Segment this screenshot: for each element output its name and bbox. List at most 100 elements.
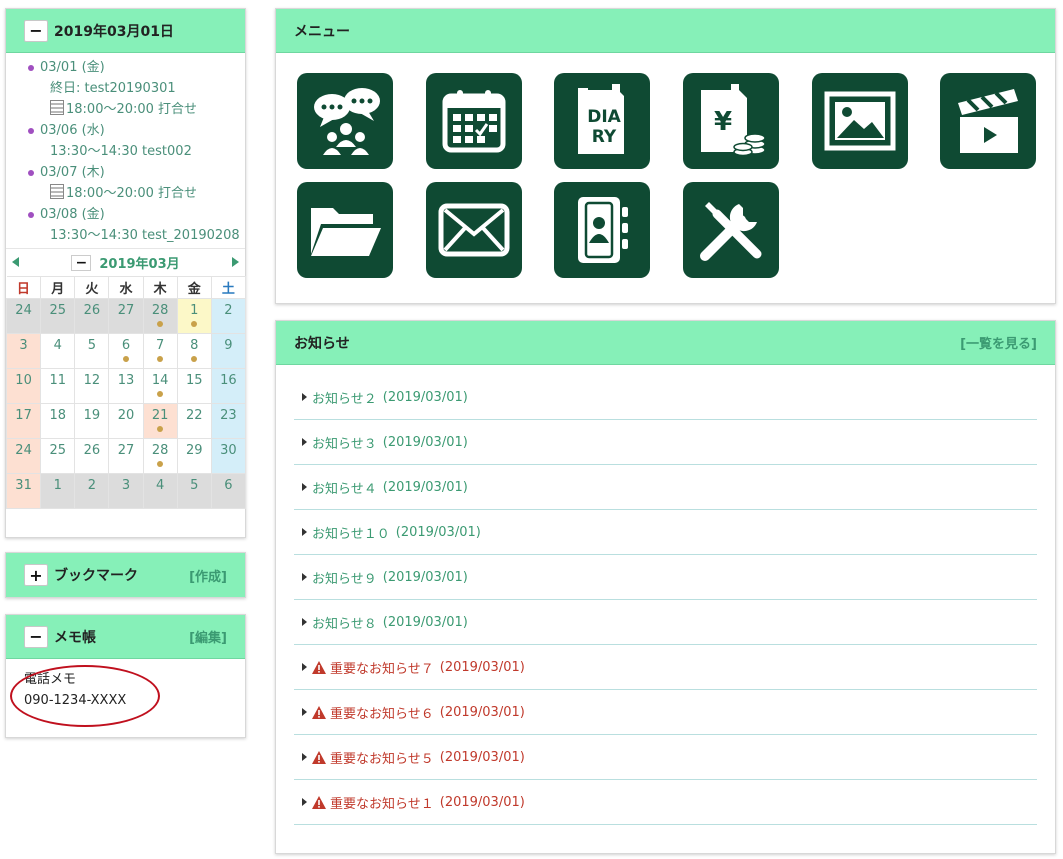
news-item-title: お知らせ１０ xyxy=(312,526,390,542)
calendar-day[interactable]: 18 xyxy=(40,403,76,439)
news-item[interactable]: お知らせ９ (2019/03/01) xyxy=(294,555,1037,600)
schedule-date[interactable]: 03/06 (水) xyxy=(26,120,245,141)
calendar-day[interactable]: 22 xyxy=(176,403,212,439)
tile-folder[interactable] xyxy=(297,182,393,278)
weekday-header: 月 xyxy=(40,276,76,299)
day-number: 4 xyxy=(53,338,62,353)
weekday-header: 土 xyxy=(211,276,247,299)
event-dot-icon xyxy=(157,426,164,432)
calendar-day[interactable]: 4 xyxy=(142,473,178,509)
calendar-day[interactable]: 20 xyxy=(108,403,144,439)
news-item[interactable]: お知らせ３ (2019/03/01) xyxy=(294,420,1037,465)
calendar-day[interactable]: 5 xyxy=(74,333,110,369)
calendar-day[interactable]: 24 xyxy=(5,298,42,334)
bullet-arrow-icon xyxy=(302,663,307,671)
calendar-day[interactable]: 26 xyxy=(74,298,110,334)
calendar-day[interactable]: 12 xyxy=(74,368,110,404)
schedule-event[interactable]: 18:00～20:00 打合せ xyxy=(26,99,245,120)
day-number: 22 xyxy=(186,408,203,423)
calendar-day[interactable]: 28 xyxy=(142,438,178,474)
calendar-day[interactable]: 14 xyxy=(142,368,178,404)
memo-edit-link[interactable]: [編集] xyxy=(189,627,227,646)
tile-tools[interactable] xyxy=(683,182,779,278)
schedule-event[interactable]: 18:00～20:00 打合せ xyxy=(26,183,245,204)
calendar-day[interactable]: 29 xyxy=(176,438,212,474)
calendar-day[interactable]: 1 xyxy=(40,473,76,509)
schedule-date[interactable]: 03/01 (金) xyxy=(26,57,245,78)
calendar-day[interactable]: 4 xyxy=(40,333,76,369)
bullet-arrow-icon xyxy=(302,618,307,626)
calendar-day[interactable]: 26 xyxy=(74,438,110,474)
prev-month-icon[interactable] xyxy=(12,257,19,267)
memo-collapse-button[interactable]: − xyxy=(24,625,48,648)
news-item-important[interactable]: 重要なお知らせ１ (2019/03/01) xyxy=(294,780,1037,825)
calendar-day[interactable]: 16 xyxy=(210,368,247,404)
tile-chat[interactable] xyxy=(297,73,393,169)
calendar-day[interactable]: 10 xyxy=(5,368,42,404)
news-item-important[interactable]: 重要なお知らせ５ (2019/03/01) xyxy=(294,735,1037,780)
calendar-day[interactable]: 31 xyxy=(5,473,42,509)
calendar-day[interactable]: 17 xyxy=(5,403,42,439)
tile-expense[interactable]: ¥ xyxy=(683,73,779,169)
calendar-day[interactable]: 24 xyxy=(5,438,42,474)
day-number: 7 xyxy=(155,338,165,353)
news-item[interactable]: お知らせ１０ (2019/03/01) xyxy=(294,510,1037,555)
tile-addressbook[interactable] xyxy=(554,182,650,278)
calendar-day[interactable]: 27 xyxy=(108,438,144,474)
event-dot-icon xyxy=(191,356,198,362)
calendar-day[interactable]: 27 xyxy=(108,298,144,334)
schedule-date[interactable]: 03/07 (木) xyxy=(26,162,245,183)
calendar-day[interactable]: 25 xyxy=(40,438,76,474)
tile-image[interactable] xyxy=(812,73,908,169)
news-item-title: お知らせ８ xyxy=(312,616,377,632)
news-list-link[interactable]: [一覧を見る] xyxy=(960,333,1037,352)
day-number: 27 xyxy=(117,303,135,318)
schedule-collapse-button[interactable]: − xyxy=(24,19,48,42)
news-list: お知らせ２ (2019/03/01) お知らせ３ (2019/03/01) お知らせ４ (… xyxy=(276,365,1055,825)
schedule-event[interactable]: 13:30～14:30 test002 xyxy=(26,141,245,162)
calendar-day[interactable]: 3 xyxy=(5,333,42,369)
news-item-important[interactable]: 重要なお知らせ７ (2019/03/01) xyxy=(294,645,1037,690)
calendar-day[interactable]: 3 xyxy=(108,473,144,509)
calendar-day[interactable]: 13 xyxy=(108,368,144,404)
svg-text:¥: ¥ xyxy=(714,107,732,137)
calendar-day[interactable]: 8 xyxy=(176,333,212,369)
calendar-day[interactable]: 30 xyxy=(210,438,247,474)
calendar-day[interactable]: 7 xyxy=(142,333,178,369)
bookmark-expand-button[interactable]: + xyxy=(24,564,48,586)
schedule-event[interactable]: 終日: test20190301 xyxy=(26,78,245,99)
tile-diary[interactable]: DIA RY xyxy=(554,73,650,169)
calendar-day[interactable]: 25 xyxy=(40,298,76,334)
calendar-collapse-button[interactable]: − xyxy=(71,254,92,271)
calendar-day[interactable]: 2 xyxy=(210,298,247,334)
building-icon xyxy=(50,184,64,199)
calendar-day[interactable]: 19 xyxy=(74,403,110,439)
bookmark-create-link[interactable]: [作成] xyxy=(189,566,227,585)
calendar-day[interactable]: 15 xyxy=(176,368,212,404)
news-item[interactable]: お知らせ８ (2019/03/01) xyxy=(294,600,1037,645)
news-item-title: 重要なお知らせ６ xyxy=(330,706,434,722)
calendar-day[interactable]: 21 xyxy=(142,403,178,439)
bullet-arrow-icon xyxy=(302,483,307,491)
tile-video[interactable] xyxy=(940,73,1036,169)
next-month-icon[interactable] xyxy=(232,257,239,267)
day-number: 12 xyxy=(83,373,101,388)
calendar-day[interactable]: 23 xyxy=(210,403,247,439)
diary-icon: DIA RY xyxy=(578,84,624,154)
calendar-day[interactable]: 2 xyxy=(74,473,110,509)
event-dot-icon xyxy=(157,391,164,397)
calendar-day[interactable]: 28 xyxy=(142,298,178,334)
calendar-day[interactable]: 9 xyxy=(210,333,247,369)
calendar-day[interactable]: 1 xyxy=(176,298,212,334)
calendar-day[interactable]: 11 xyxy=(40,368,76,404)
tile-mail[interactable] xyxy=(426,182,522,278)
schedule-date[interactable]: 03/08 (金) xyxy=(26,204,245,225)
calendar-day[interactable]: 5 xyxy=(176,473,212,509)
news-item-important[interactable]: 重要なお知らせ６ (2019/03/01) xyxy=(294,690,1037,735)
tile-calendar[interactable] xyxy=(426,73,522,169)
news-item[interactable]: お知らせ４ (2019/03/01) xyxy=(294,465,1037,510)
news-item[interactable]: お知らせ２ (2019/03/01) xyxy=(294,375,1037,420)
calendar-day[interactable]: 6 xyxy=(210,473,247,509)
schedule-event[interactable]: 13:30～14:30 test_20190208 xyxy=(26,225,245,246)
calendar-day[interactable]: 6 xyxy=(108,333,144,369)
